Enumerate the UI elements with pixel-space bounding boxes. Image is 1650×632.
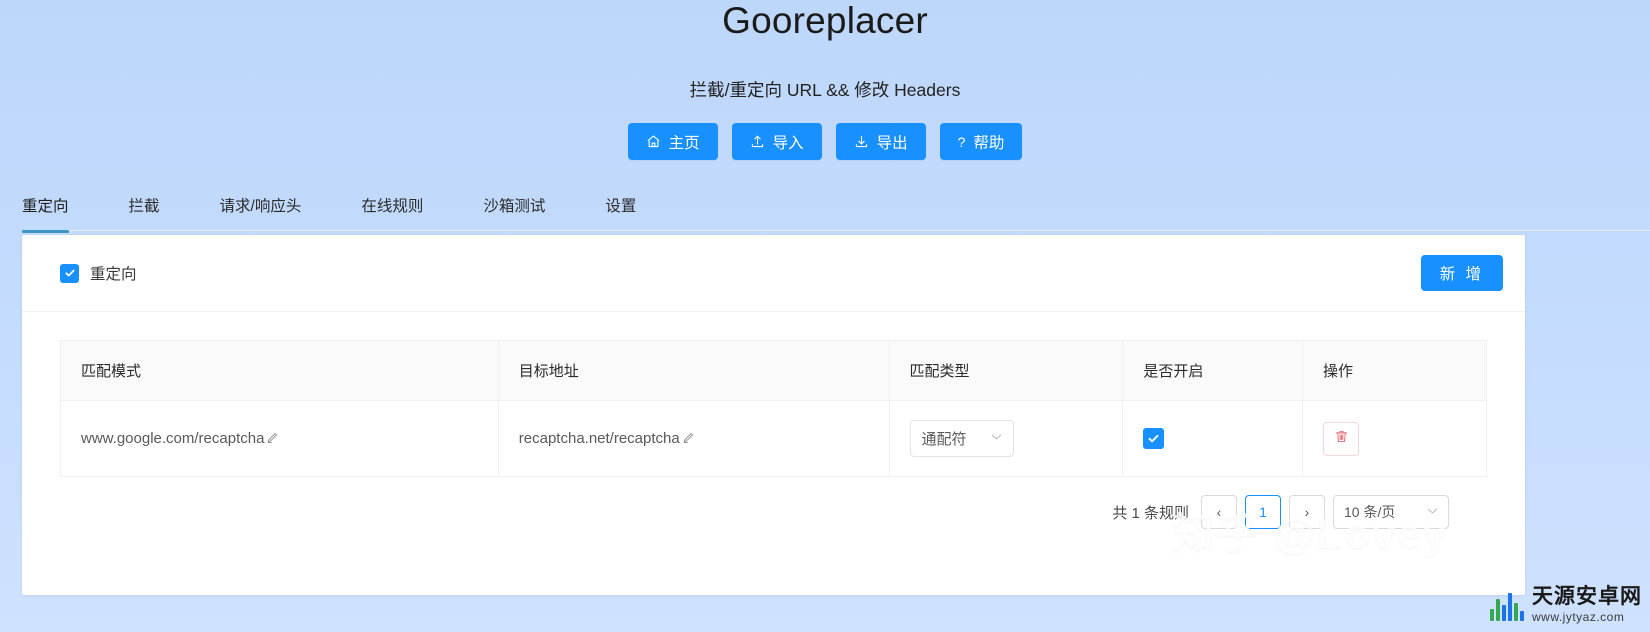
column-header-pattern: 匹配模式 xyxy=(60,340,499,401)
home-icon xyxy=(646,134,661,149)
import-button[interactable]: 导入 xyxy=(731,123,822,160)
logo-icon xyxy=(1490,591,1524,621)
pagination-prev-button[interactable]: ‹ xyxy=(1201,495,1237,529)
match-type-value: 通配符 xyxy=(921,431,967,448)
column-header-match-type: 匹配类型 xyxy=(889,340,1124,401)
rules-card: 重定向 新 增 匹配模式 目标地址 匹配类型 是否开启 操作 www.googl… xyxy=(22,235,1525,595)
site-watermark-title: 天源安卓网 xyxy=(1532,585,1642,609)
tab-block[interactable]: 拦截 xyxy=(129,186,160,230)
rules-table: 匹配模式 目标地址 匹配类型 是否开启 操作 www.google.com/re… xyxy=(60,340,1487,477)
page-title: Gooreplacer xyxy=(722,0,928,41)
column-header-enabled: 是否开启 xyxy=(1122,340,1304,401)
tab-sandbox[interactable]: 沙箱测试 xyxy=(483,186,545,230)
table-footer: 共 1 条规则 ‹ 1 › 10 条/页 xyxy=(60,477,1487,529)
export-button[interactable]: 导出 xyxy=(835,123,926,160)
site-watermark-url: www.jytyaz.com xyxy=(1532,610,1625,625)
page-size-value: 10 条/页 xyxy=(1344,504,1396,520)
target-editable[interactable]: recaptcha.net/recaptcha xyxy=(519,430,695,447)
enable-redirect-checkbox[interactable] xyxy=(60,263,79,283)
pagination-page-1[interactable]: 1 xyxy=(1245,495,1281,529)
export-button-label: 导出 xyxy=(876,134,908,152)
help-button-label: 帮助 xyxy=(973,134,1005,152)
app-header: Gooreplacer 拦截/重定向 URL && 修改 Headers 主页 xyxy=(0,0,1650,160)
pagination: ‹ 1 › 10 条/页 xyxy=(1201,495,1449,529)
add-rule-button[interactable]: 新 增 xyxy=(1420,255,1503,291)
pattern-value: www.google.com/recaptcha xyxy=(81,430,265,447)
chevron-down-icon xyxy=(1427,507,1438,518)
tab-online-rules[interactable]: 在线规则 xyxy=(361,186,423,230)
help-button[interactable]: ? 帮助 xyxy=(939,123,1023,160)
tab-sandbox-label: 沙箱测试 xyxy=(483,198,546,215)
row-enabled-checkbox[interactable] xyxy=(1143,428,1165,449)
tab-bar: 重定向 拦截 请求/响应头 在线规则 沙箱测试 设置 xyxy=(0,186,1650,233)
download-icon xyxy=(854,134,869,149)
upload-icon xyxy=(750,134,765,149)
table-header-row: 匹配模式 目标地址 匹配类型 是否开启 操作 xyxy=(60,340,1487,401)
total-rules-text: 共 1 条规则 xyxy=(1112,504,1189,522)
match-type-select[interactable]: 通配符 xyxy=(909,420,1014,457)
tab-block-label: 拦截 xyxy=(128,198,160,215)
cell-enabled xyxy=(1122,400,1304,477)
trash-icon xyxy=(1334,429,1349,448)
page-subtitle: 拦截/重定向 URL && 修改 Headers xyxy=(689,80,961,100)
import-button-label: 导入 xyxy=(772,134,804,152)
chevron-down-icon xyxy=(991,433,1002,444)
pencil-icon[interactable] xyxy=(682,431,695,448)
tab-headers[interactable]: 请求/响应头 xyxy=(220,186,302,230)
tab-settings-label: 设置 xyxy=(605,198,637,215)
column-header-actions: 操作 xyxy=(1302,340,1487,401)
table-row: www.google.com/recaptcha recaptcha.net/r… xyxy=(60,400,1487,477)
cell-match-type: 通配符 xyxy=(889,400,1124,477)
question-icon: ? xyxy=(957,133,966,150)
toolbar: 主页 导入 导出 ? 帮助 xyxy=(0,123,1650,160)
delete-rule-button[interactable] xyxy=(1323,421,1360,456)
pagination-next-button[interactable]: › xyxy=(1289,495,1325,529)
tab-settings[interactable]: 设置 xyxy=(605,186,636,230)
home-button[interactable]: 主页 xyxy=(627,123,718,160)
card-header: 重定向 新 增 xyxy=(22,235,1525,312)
pencil-icon[interactable] xyxy=(266,431,279,448)
tab-online-rules-label: 在线规则 xyxy=(361,198,424,215)
column-header-target: 目标地址 xyxy=(498,340,890,401)
page-size-select[interactable]: 10 条/页 xyxy=(1333,495,1449,529)
tab-redirect-label: 重定向 xyxy=(22,198,69,215)
rules-table-container: 匹配模式 目标地址 匹配类型 是否开启 操作 www.google.com/re… xyxy=(22,312,1525,529)
tab-headers-label: 请求/响应头 xyxy=(219,198,302,215)
cell-pattern: www.google.com/recaptcha xyxy=(60,400,499,477)
cell-actions xyxy=(1302,400,1487,477)
pattern-editable[interactable]: www.google.com/recaptcha xyxy=(81,430,279,447)
tab-divider xyxy=(22,230,1650,231)
tab-redirect[interactable]: 重定向 xyxy=(22,186,69,233)
enable-redirect-label: 重定向 xyxy=(90,266,137,283)
target-value: recaptcha.net/recaptcha xyxy=(518,430,680,447)
home-button-label: 主页 xyxy=(668,134,700,152)
cell-target: recaptcha.net/recaptcha xyxy=(498,400,890,477)
